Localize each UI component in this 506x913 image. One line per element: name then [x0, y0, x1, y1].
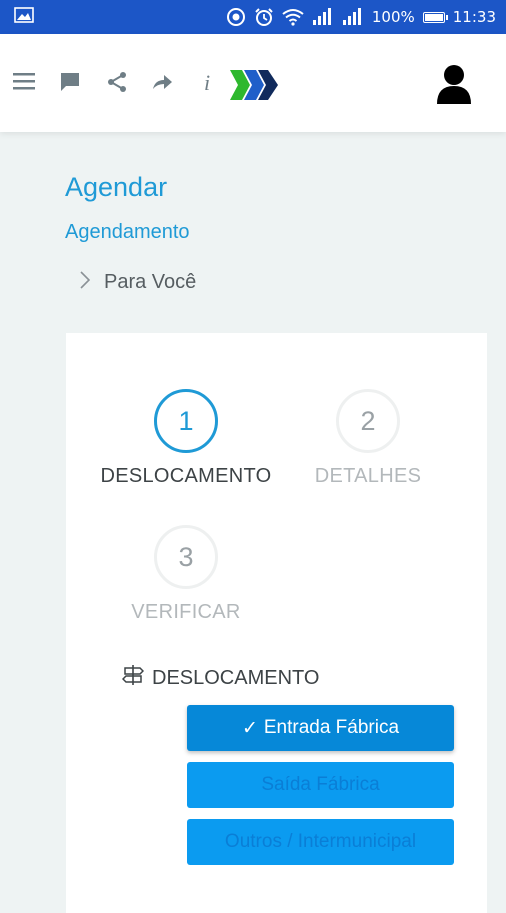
step-number: 3 — [154, 525, 218, 589]
check-icon: ✓ — [241, 717, 258, 739]
user-icon[interactable] — [437, 64, 471, 109]
alarm-icon — [254, 7, 274, 27]
step-verificar[interactable]: 3 VERIFICAR — [116, 525, 256, 624]
option-label: Outros / Intermunicipal — [224, 831, 417, 852]
section-title: DESLOCAMENTO — [152, 666, 320, 689]
signal-icon-2 — [342, 8, 364, 26]
share-icon[interactable] — [106, 71, 128, 93]
app-header: i — [0, 34, 506, 132]
battery-percent: 100% — [371, 8, 415, 26]
wifi-icon — [282, 8, 304, 26]
signpost-icon — [121, 663, 145, 693]
step-label: DESLOCAMENTO — [100, 465, 272, 487]
step-deslocamento[interactable]: 1 DESLOCAMENTO — [98, 389, 274, 488]
brand-logo — [230, 68, 280, 107]
info-icon[interactable]: i — [204, 70, 210, 96]
status-bar: 100% 11:33 — [0, 0, 506, 34]
breadcrumb[interactable]: Para Você — [80, 269, 196, 295]
page-title: Agendar — [65, 172, 168, 202]
gallery-notification-icon — [14, 7, 34, 27]
option-entrada-fabrica[interactable]: ✓ Entrada Fábrica — [187, 705, 454, 751]
option-label: Entrada Fábrica — [263, 717, 400, 738]
chevron-right-icon — [80, 269, 91, 295]
wizard-card: 1 DESLOCAMENTO 2 DETALHES 3 VERIFICAR DE… — [66, 333, 487, 913]
section-heading: DESLOCAMENTO — [121, 663, 320, 693]
signal-icon — [312, 8, 334, 26]
clock: 11:33 — [452, 8, 496, 26]
agendamento-link[interactable]: Agendamento — [65, 221, 190, 244]
step-detalhes[interactable]: 2 DETALHES — [298, 389, 438, 488]
step-number: 1 — [154, 389, 218, 453]
menu-icon[interactable] — [12, 71, 36, 91]
step-label: DETALHES — [314, 465, 422, 487]
chat-icon[interactable] — [59, 71, 81, 93]
sync-icon — [226, 7, 246, 27]
forward-icon[interactable] — [151, 71, 173, 93]
option-label: Saída Fábrica — [261, 774, 380, 795]
battery-icon — [422, 11, 448, 23]
breadcrumb-label: Para Você — [104, 270, 197, 293]
step-label: VERIFICAR — [131, 601, 241, 623]
option-outros-intermunicipal[interactable]: Outros / Intermunicipal — [187, 819, 454, 865]
step-number: 2 — [336, 389, 400, 453]
option-saida-fabrica[interactable]: Saída Fábrica — [187, 762, 454, 808]
